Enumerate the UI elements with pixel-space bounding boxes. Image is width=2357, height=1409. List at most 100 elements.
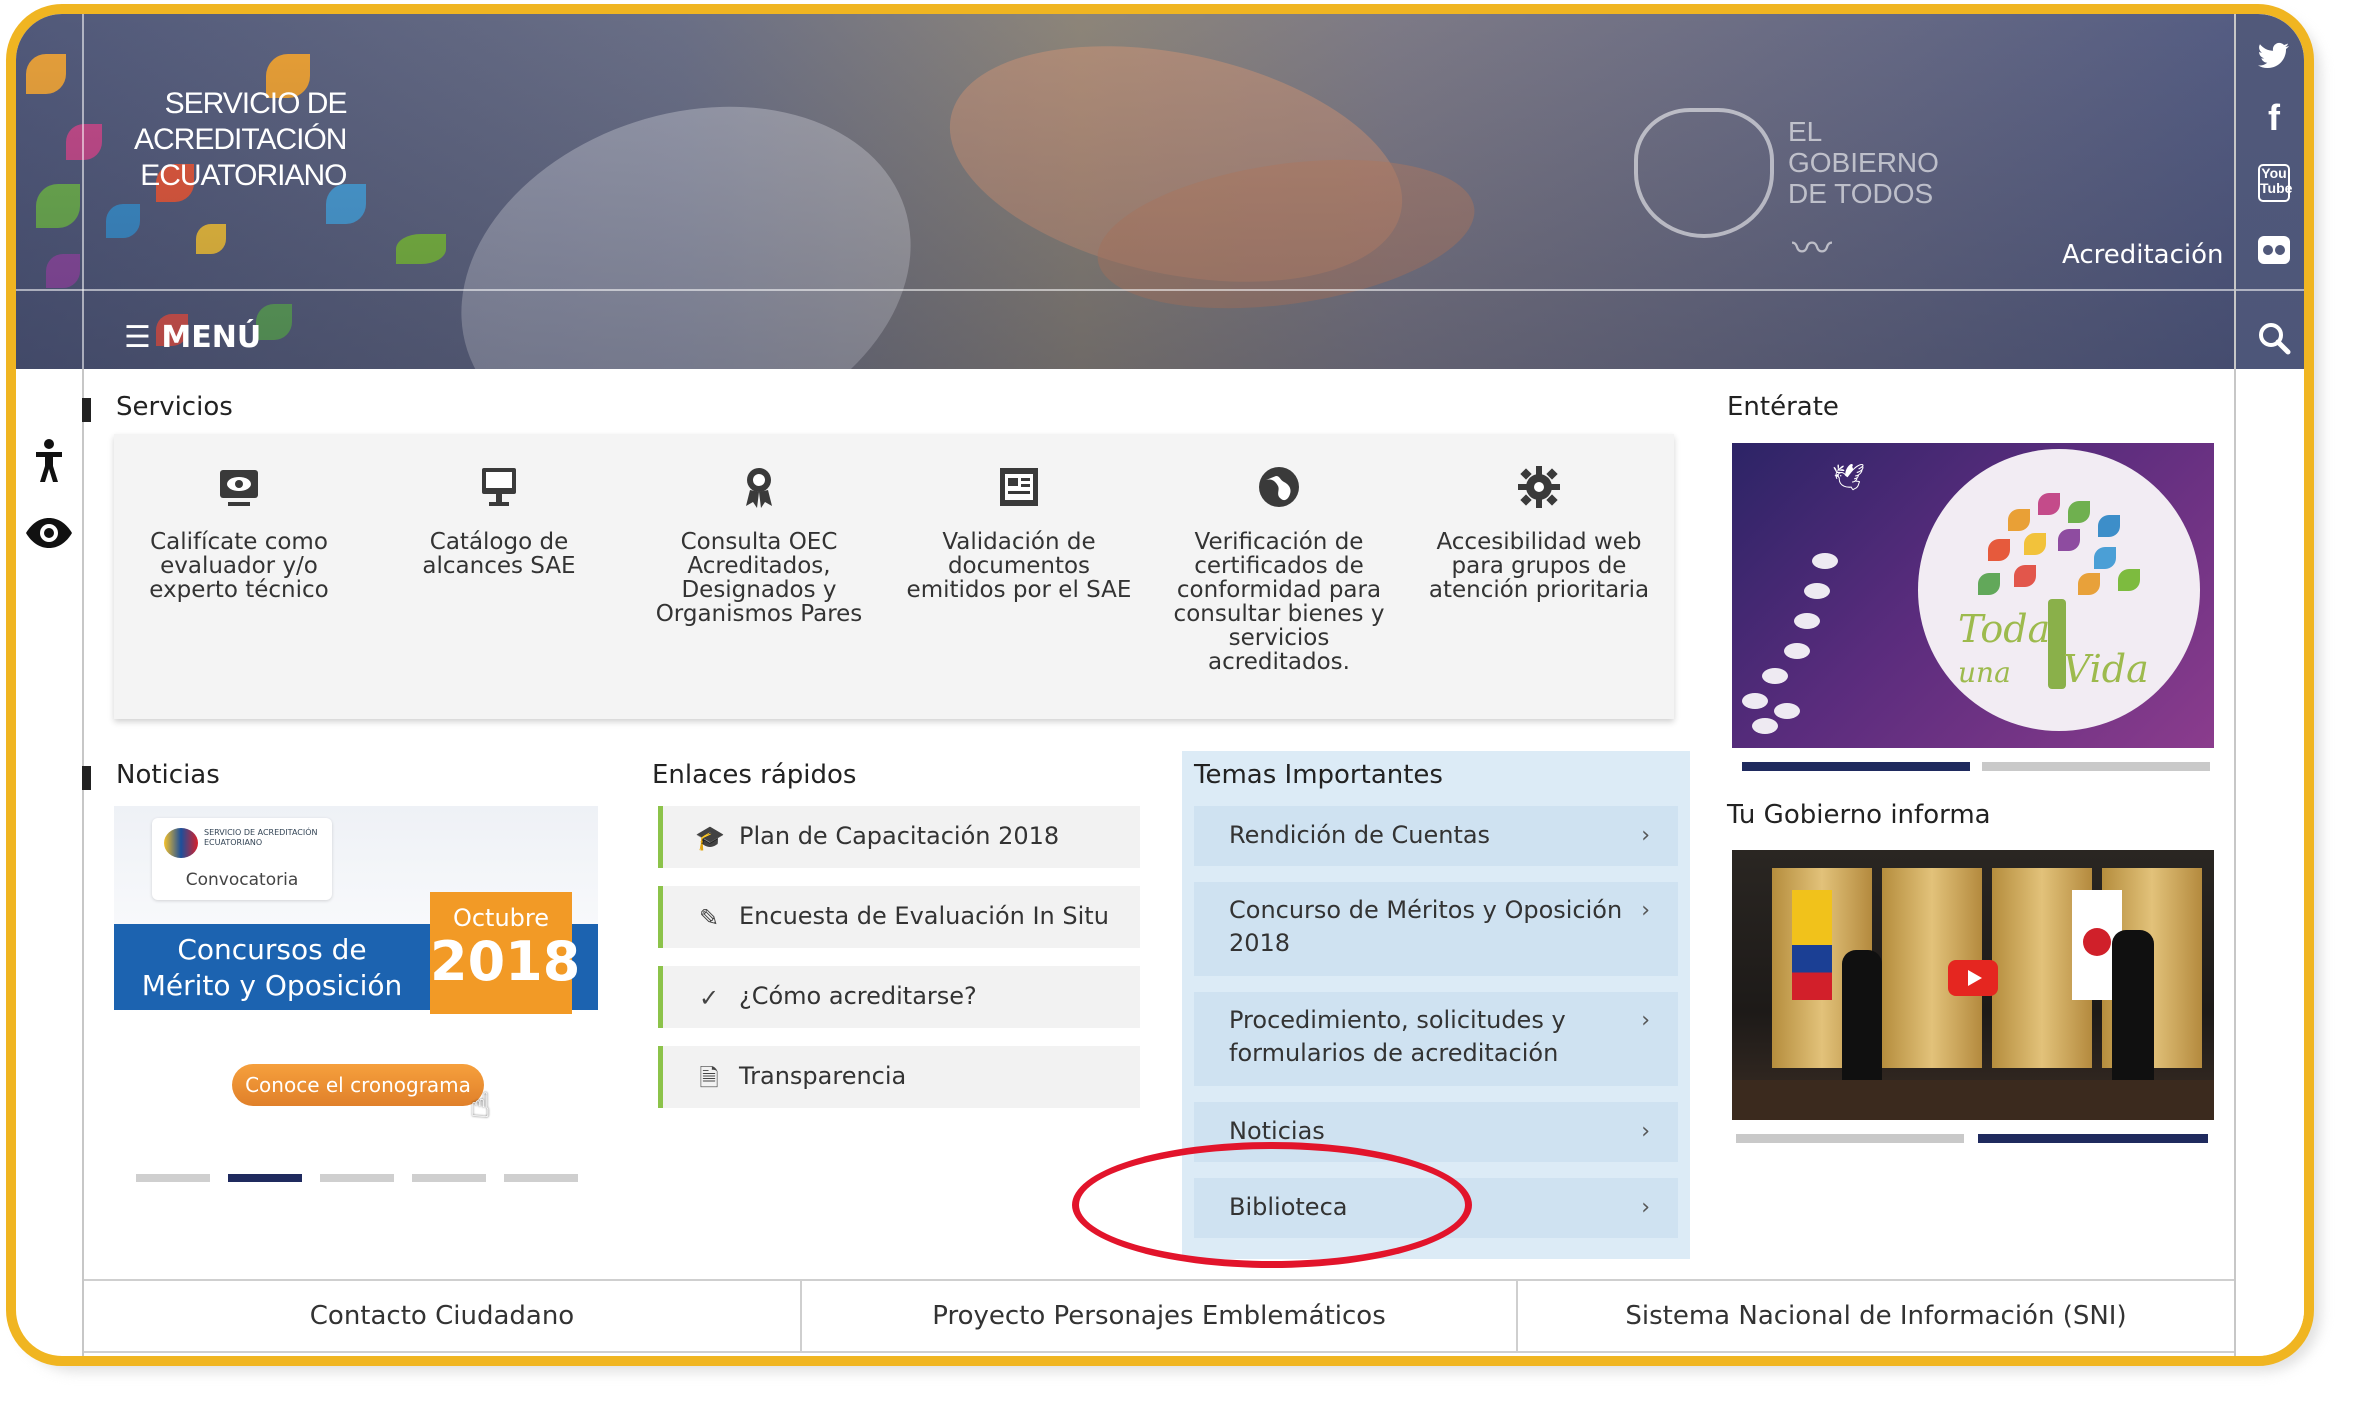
document-check-icon <box>1000 468 1038 506</box>
card-small-text: SERVICIO DE ACREDITACIÓN ECUATORIANO <box>204 828 318 847</box>
tema-label: Procedimiento, solicitudes y <box>1229 1006 1566 1034</box>
una-word: una <box>1958 656 2011 689</box>
tema-rendicion-cuentas[interactable]: Rendición de Cuentas › <box>1194 806 1678 866</box>
award-icon <box>746 468 772 508</box>
logo-circle: Toda una Vida <box>1918 449 2200 731</box>
quicklink-label: Plan de Capacitación 2018 <box>739 822 1060 850</box>
youtube-play-icon[interactable] <box>1948 960 1998 996</box>
carousel-dot[interactable] <box>136 1174 210 1182</box>
service-label: Califícate como evaluador y/o experto té… <box>149 529 329 603</box>
toda-una-vida-banner[interactable]: 🕊 Toda una Vida <box>1732 443 2214 748</box>
quicklink-transparencia[interactable]: 🗎 Transparencia <box>658 1046 1140 1108</box>
logo-line-3: ECUATORIANO <box>140 159 347 192</box>
chevron-right-icon: › <box>1641 823 1650 848</box>
gobierno-carousel-dot[interactable] <box>1736 1134 1964 1143</box>
quicklink-encuesta[interactable]: ✎ Encuesta de Evaluación In Situ <box>658 886 1140 948</box>
noticias-title: Noticias <box>116 760 220 790</box>
sae-logo[interactable]: SERVICIO DE ACREDITACIÓN ECUATORIANO <box>134 86 347 194</box>
menu-button[interactable]: ☰ MENÚ <box>124 320 261 355</box>
headline-line-2: Mérito y Oposición <box>141 969 403 1002</box>
edit-icon: ✎ <box>698 904 720 932</box>
headline-line-1: Concursos de <box>177 933 367 966</box>
enterate-carousel-dot-active[interactable] <box>1742 762 1970 771</box>
ecuador-coat-of-arms-icon <box>1634 108 1774 238</box>
social-bar: f You Tube <box>2234 14 2304 1356</box>
header-banner: SERVICIO DE ACREDITACIÓN ECUATORIANO EL … <box>16 14 2234 369</box>
gobierno-line-1: EL <box>1788 116 1823 147</box>
quicklink-plan-capacitacion[interactable]: 🎓 Plan de Capacitación 2018 <box>658 806 1140 868</box>
footer-sni[interactable]: Sistema Nacional de Información (SNI) <box>1518 1281 2234 1351</box>
carousel-dot[interactable] <box>320 1174 394 1182</box>
tema-label-2: formularios de acreditación <box>1229 1039 1559 1067</box>
service-accesibilidad[interactable]: Accesibilidad web para grupos de atenció… <box>1424 464 1654 602</box>
browser-frame: SERVICIO DE ACREDITACIÓN ECUATORIANO EL … <box>6 4 2314 1366</box>
temas-title: Temas Importantes <box>1194 760 1443 790</box>
carousel-dot[interactable] <box>412 1174 486 1182</box>
chevron-right-icon: › <box>1641 898 1650 923</box>
quicklink-label: Transparencia <box>739 1062 907 1090</box>
date-box: Octubre 2018 <box>430 892 581 1014</box>
dove-icon: 🕊 <box>1832 463 1866 493</box>
annotation-highlight-ellipse <box>1072 1142 1472 1268</box>
footer-personajes-emblematicos[interactable]: Proyecto Personajes Emblemáticos <box>802 1281 1516 1351</box>
tema-procedimiento[interactable]: Procedimiento, solicitudes y formularios… <box>1194 992 1678 1086</box>
section-marker <box>82 766 91 790</box>
desktop-icon <box>482 468 516 506</box>
quicklink-label: Encuesta de Evaluación In Situ <box>739 902 1109 930</box>
service-label: Validación de documentos emitidos por el… <box>906 529 1132 603</box>
enterate-carousel-dot[interactable] <box>1982 762 2210 771</box>
tema-concurso-meritos[interactable]: Concurso de Méritos y Oposición 2018 › <box>1194 882 1678 976</box>
date-month: Octubre <box>452 904 550 932</box>
date-year: 2018 <box>430 930 581 993</box>
carousel-dot[interactable] <box>504 1174 578 1182</box>
toda-una-vida-text: Toda una Vida <box>1958 609 2149 693</box>
twitter-icon[interactable] <box>2256 38 2292 74</box>
logo-line-2: ACREDITACIÓN <box>134 123 347 156</box>
chevron-right-icon: › <box>1641 1119 1650 1144</box>
news-banner[interactable]: SERVICIO DE ACREDITACIÓN ECUATORIANO Con… <box>114 806 598 1156</box>
service-verificacion[interactable]: Verificación de certificados de conformi… <box>1164 464 1394 674</box>
ecuador-flag <box>1792 890 1832 1000</box>
footer-contacto-ciudadano[interactable]: Contacto Ciudadano <box>84 1281 800 1351</box>
footer-links: Contacto Ciudadano Proyecto Personajes E… <box>84 1279 2234 1353</box>
cronograma-button[interactable]: Conoce el cronograma <box>232 1064 484 1106</box>
video-player[interactable] <box>1732 850 2214 1120</box>
chevron-right-icon: › <box>1641 1195 1650 1220</box>
eye-icon[interactable] <box>24 508 74 558</box>
quicklink-label: ¿Cómo acreditarse? <box>739 982 977 1010</box>
enlaces-title: Enlaces rápidos <box>652 760 857 790</box>
gobierno-line-2: GOBIERNO <box>1788 147 1939 178</box>
card-text: Convocatoria <box>185 870 299 890</box>
tema-label-2: 2018 <box>1229 929 1291 957</box>
hamburger-icon: ☰ <box>124 320 151 355</box>
service-catalogo[interactable]: Catálogo de alcances SAE <box>384 464 614 578</box>
graduation-cap-icon: 🎓 <box>695 824 725 852</box>
service-validacion[interactable]: Validación de documentos emitidos por el… <box>904 464 1134 602</box>
carousel-dot-active[interactable] <box>228 1174 302 1182</box>
menu-label: MENÚ <box>161 320 262 355</box>
flickr-icon[interactable] <box>2256 232 2292 268</box>
vida-word: Vida <box>2062 647 2149 691</box>
pointer-hand-icon: ☝ <box>470 1086 491 1126</box>
gobierno-carousel-dot-active[interactable] <box>1978 1134 2208 1143</box>
section-label: Acreditación <box>2062 240 2224 270</box>
servicios-title: Servicios <box>116 392 233 422</box>
gobierno-bird-icon: 〰 <box>1792 226 1832 272</box>
tema-label: Concurso de Méritos y Oposición <box>1229 896 1623 924</box>
gobierno-logo-text: EL GOBIERNO DE TODOS <box>1788 116 1939 209</box>
service-consulta-oec[interactable]: Consulta OEC Acreditados, Designados y O… <box>644 464 874 626</box>
gobierno-line-3: DE TODOS <box>1788 178 1934 209</box>
sae-mini-logo-icon <box>164 828 198 858</box>
facebook-icon[interactable]: f <box>2256 100 2292 136</box>
service-calificate[interactable]: Califícate como evaluador y/o experto té… <box>124 464 354 602</box>
service-label: Consulta OEC Acreditados, Designados y O… <box>655 529 863 627</box>
gear-icon <box>1518 466 1560 508</box>
convocatoria-card: SERVICIO DE ACREDITACIÓN ECUATORIANO Con… <box>152 818 332 900</box>
search-icon[interactable] <box>2256 320 2292 356</box>
youtube-icon[interactable]: You Tube <box>2258 164 2292 202</box>
section-marker <box>82 398 91 422</box>
service-label: Catálogo de alcances SAE <box>422 529 576 579</box>
services-panel: Califícate como evaluador y/o experto té… <box>114 434 1674 719</box>
quicklink-como-acreditarse[interactable]: ✓ ¿Cómo acreditarse? <box>658 966 1140 1028</box>
accessibility-person-icon[interactable] <box>24 436 74 486</box>
